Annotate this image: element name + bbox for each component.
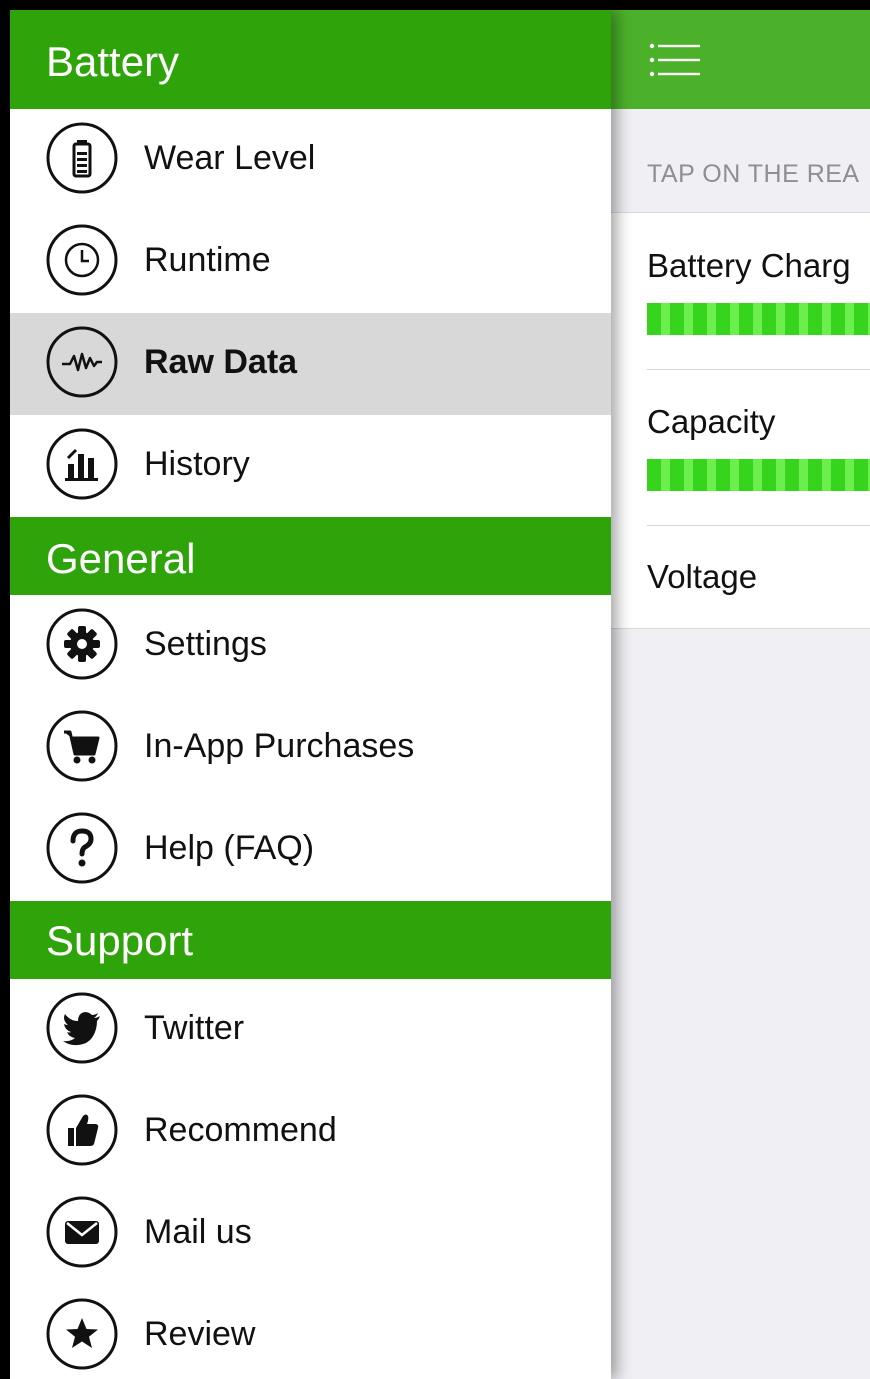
menu-item-raw-data[interactable]: Raw Data	[10, 313, 611, 415]
app-window: TAP ON THE REA Battery Charg Capacity Vo…	[10, 10, 870, 1379]
row-divider	[647, 369, 870, 370]
menu-icon[interactable]	[648, 40, 702, 80]
clock-icon	[46, 224, 118, 296]
menu-item-label: In-App Purchases	[144, 727, 415, 765]
battery-charge-label[interactable]: Battery Charg	[647, 247, 851, 285]
section-caption: TAP ON THE REA	[647, 160, 860, 188]
gear-icon	[46, 608, 118, 680]
side-drawer: Battery Wear Level Runtime Raw Data Hist…	[10, 10, 611, 1379]
question-icon	[46, 812, 118, 884]
menu-item-mail-us[interactable]: Mail us	[10, 1183, 611, 1285]
menu-item-label: Mail us	[144, 1213, 252, 1251]
menu-item-help-faq[interactable]: Help (FAQ)	[10, 799, 611, 901]
row-divider	[647, 525, 870, 526]
menu-item-runtime[interactable]: Runtime	[10, 211, 611, 313]
menu-item-label: Settings	[144, 625, 267, 663]
menu-item-label: Raw Data	[144, 343, 298, 381]
menu-item-label: Review	[144, 1315, 256, 1353]
capacity-bar	[647, 459, 870, 491]
menu-item-label: History	[144, 445, 250, 483]
menu-item-label: Twitter	[144, 1009, 245, 1047]
bar-chart-icon	[46, 428, 118, 500]
raw-data-card: Battery Charg Capacity Voltage	[611, 212, 870, 629]
menu-item-label: Help (FAQ)	[144, 829, 315, 867]
menu-item-review[interactable]: Review	[10, 1285, 611, 1379]
section-header-battery: Battery	[10, 10, 611, 109]
section-title: General	[46, 535, 196, 582]
capacity-label[interactable]: Capacity	[647, 403, 775, 441]
section-title: Battery	[46, 38, 180, 85]
menu-item-in-app-purchases[interactable]: In-App Purchases	[10, 697, 611, 799]
menu-item-settings[interactable]: Settings	[10, 595, 611, 697]
battery-charge-bar	[647, 303, 870, 335]
section-header-support: Support	[10, 901, 611, 979]
cart-icon	[46, 710, 118, 782]
voltage-label[interactable]: Voltage	[647, 558, 757, 596]
menu-item-label: Wear Level	[144, 139, 316, 177]
mail-icon	[46, 1196, 118, 1268]
menu-item-label: Recommend	[144, 1111, 337, 1149]
section-title: Support	[46, 917, 194, 964]
thumbs-up-icon	[46, 1094, 118, 1166]
battery-icon	[46, 122, 118, 194]
menu-item-wear-level[interactable]: Wear Level	[10, 109, 611, 211]
star-icon	[46, 1298, 118, 1370]
twitter-icon	[46, 992, 118, 1064]
menu-item-twitter[interactable]: Twitter	[10, 979, 611, 1081]
menu-item-label: Runtime	[144, 241, 271, 279]
pulse-icon	[46, 326, 118, 398]
section-header-general: General	[10, 517, 611, 595]
menu-item-history[interactable]: History	[10, 415, 611, 517]
menu-item-recommend[interactable]: Recommend	[10, 1081, 611, 1183]
